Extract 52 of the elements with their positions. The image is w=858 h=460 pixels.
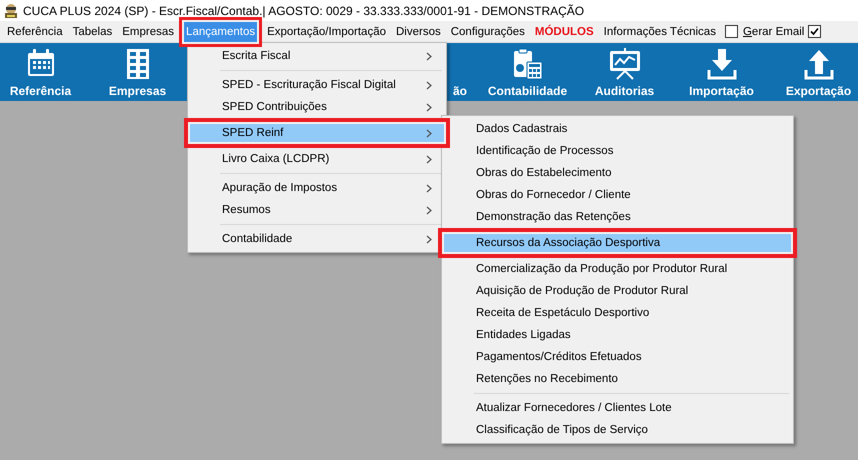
menu-bar-item[interactable]: Referência	[2, 24, 68, 40]
menu-item[interactable]: Retenções no Recebimento	[444, 368, 791, 390]
menu-item[interactable]: Entidades Ligadas	[444, 324, 791, 346]
building-icon	[126, 48, 150, 80]
toolbar-button[interactable]: Exportação	[770, 43, 858, 101]
menu-bar-item[interactable]: Diversos	[391, 24, 446, 40]
menu-item[interactable]: Atualizar Fornecedores / Clientes Lote	[444, 397, 791, 419]
mascot-logo-icon	[3, 2, 19, 18]
menu-bar-item[interactable]: MÓDULOS	[530, 24, 599, 40]
menu-item[interactable]: Comercialização da Produção por Produtor Rural	[444, 258, 791, 280]
checkbox-label[interactable]: Gerar Email	[742, 26, 804, 38]
menu-bar-item[interactable]: Empresas	[117, 24, 180, 40]
menu-item[interactable]: SPED Reinf	[184, 118, 450, 148]
checkbox[interactable]	[808, 25, 822, 38]
toolbar-button[interactable]: Contabilidade	[479, 43, 576, 101]
download-icon	[706, 48, 736, 80]
chevron-right-icon	[426, 80, 432, 90]
chevron-right-icon	[426, 234, 432, 244]
menu-item[interactable]: Receita de Espetáculo Desportivo	[444, 302, 791, 324]
toolbar-button[interactable]: Referência	[0, 43, 89, 101]
chevron-right-icon	[426, 102, 432, 112]
menu-item[interactable]: Demonstração das Retenções	[444, 206, 791, 228]
menu-item[interactable]: SPED - Escrituração Fiscal Digital	[190, 74, 444, 96]
menu-item[interactable]: Livro Caixa (LCDPR)	[190, 148, 444, 170]
menu-item[interactable]: Recursos da Associação Desportiva	[438, 228, 797, 258]
chevron-right-icon	[426, 206, 432, 214]
menu-bar-item[interactable]: Exportação/Importação	[262, 24, 391, 40]
menu-item[interactable]: Escrita Fiscal	[190, 45, 444, 67]
menu-item[interactable]: Aquisição de Produção de Produtor Rural	[444, 280, 791, 302]
presentation-chart-icon	[608, 48, 640, 80]
toolbar-button[interactable]: Auditorias	[576, 43, 673, 101]
chevron-right-icon	[426, 52, 432, 60]
menu-bar-item[interactable]: Tabelas	[68, 24, 118, 40]
clipboard-calculator-icon	[512, 48, 542, 80]
chevron-right-icon	[426, 128, 432, 138]
menu-bar-item[interactable]: Configurações	[446, 24, 530, 40]
checkbox[interactable]	[724, 25, 738, 38]
menu-item[interactable]: Pagamentos/Créditos Efetuados	[444, 346, 791, 368]
toolbar-button[interactable]: Importação	[673, 43, 770, 101]
menu-bar-item[interactable]: Informações Técnicas	[598, 24, 721, 40]
menu-item[interactable]: Apuração de Impostos	[190, 177, 444, 199]
chevron-right-icon	[426, 184, 432, 192]
menu-item[interactable]: SPED Contribuições	[190, 96, 444, 118]
upload-icon	[804, 48, 834, 80]
menu-item[interactable]: Obras do Estabelecimento	[444, 162, 791, 184]
toolbar-label: ão	[452, 84, 467, 98]
menu-item[interactable]: Obras do Fornecedor / Cliente	[444, 184, 791, 206]
chevron-right-icon	[426, 154, 432, 164]
window-title: CUCA PLUS 2024 (SP) - Escr.Fiscal/Contab.| AGOSTO: 0029 - 33.333.333/0001-91 - DEMONSTRAÇÃO	[23, 4, 584, 18]
menu-item[interactable]: Classificação de Tipos de Serviço	[444, 419, 791, 441]
calendar-icon	[26, 48, 56, 78]
menu-item[interactable]: Resumos	[190, 199, 444, 221]
